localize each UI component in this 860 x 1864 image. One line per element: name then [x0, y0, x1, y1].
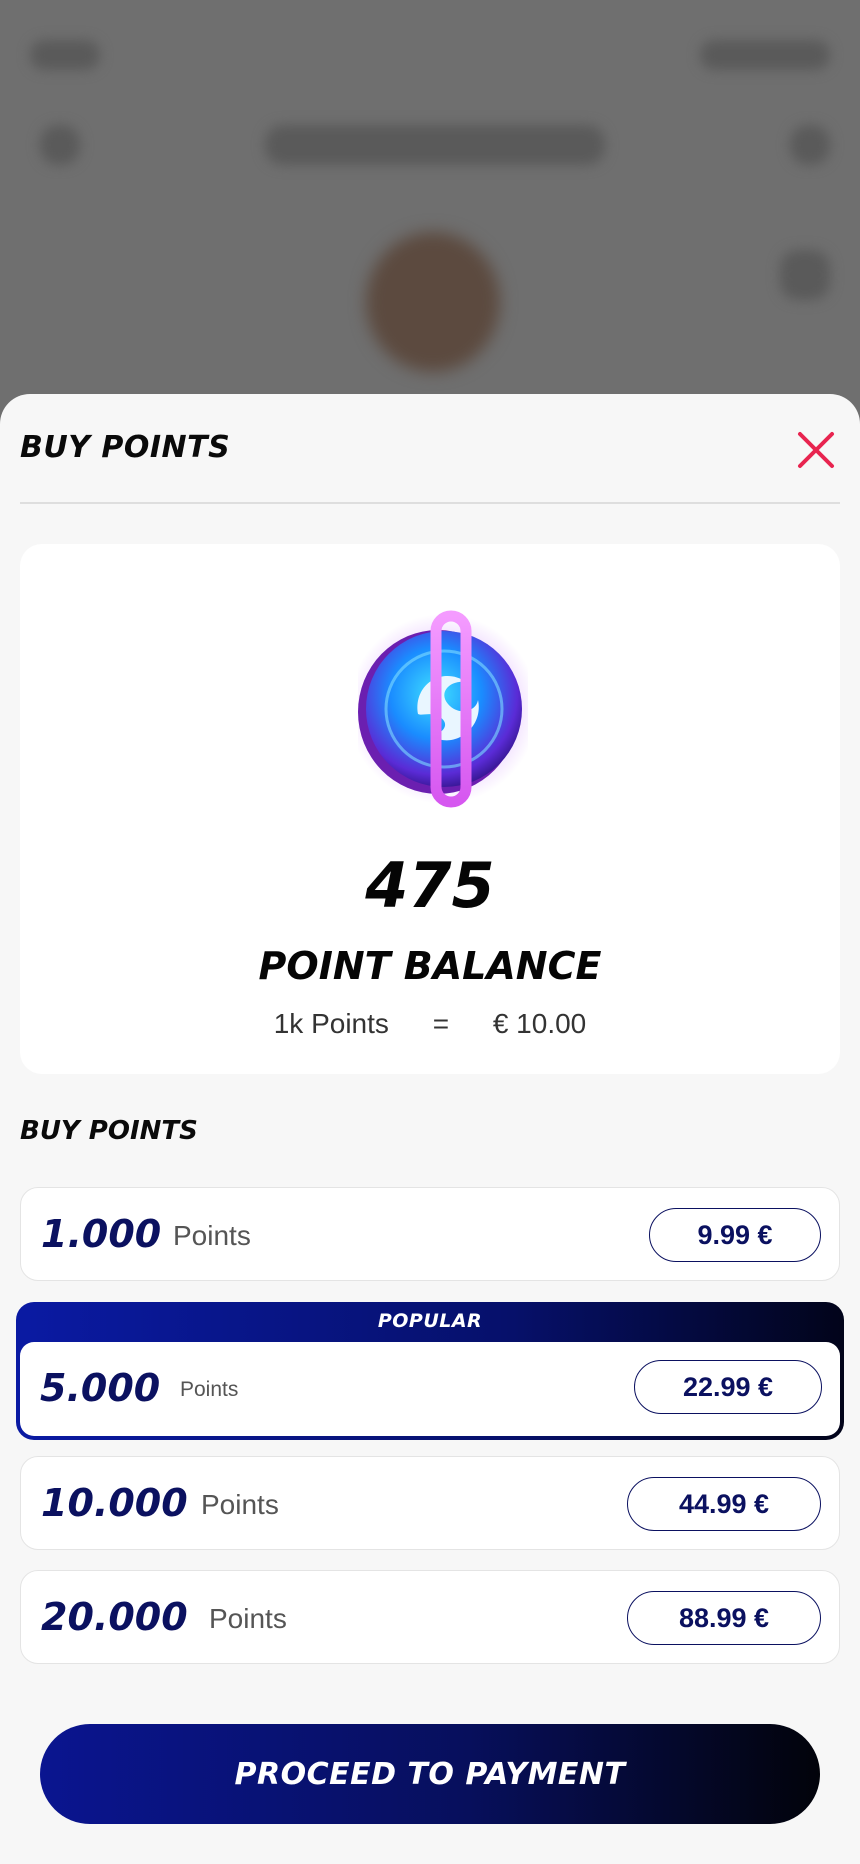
buy-points-sheet: BUY POINTS 475 POINT BALANCE 1k Points =…: [0, 394, 860, 1864]
background-menu-icon: [790, 125, 830, 165]
close-button[interactable]: [796, 430, 836, 470]
package-amount: 5.000: [40, 1366, 161, 1410]
background-action-icon: [780, 250, 830, 300]
background-avatar: [366, 232, 500, 372]
package-unit: Points: [201, 1489, 279, 1520]
rate-equals: =: [432, 1008, 450, 1039]
point-balance-label: POINT BALANCE: [258, 944, 602, 988]
balance-card: 475 POINT BALANCE 1k Points = € 10.00: [20, 544, 840, 1074]
package-amount: 1.000: [41, 1212, 162, 1256]
close-icon: [798, 432, 834, 468]
packages-section-title: BUY POINTS: [20, 1116, 198, 1146]
status-bar-time: [30, 40, 100, 70]
conversion-rate: 1k Points = € 10.00: [20, 1008, 840, 1040]
package-amount: 10.000: [41, 1481, 188, 1525]
background-back-button: [40, 125, 80, 165]
status-bar-icons: [700, 40, 830, 70]
points-coin-icon: [358, 610, 528, 808]
background-title: [265, 125, 605, 165]
sheet-header: BUY POINTS: [20, 394, 840, 504]
point-balance-value: 475: [365, 849, 495, 922]
popular-badge: POPULAR: [377, 1310, 483, 1332]
package-price-button[interactable]: 9.99 €: [649, 1208, 821, 1262]
package-option-1000[interactable]: 1.000 Points 9.99 €: [20, 1187, 840, 1281]
rate-points: 1k Points: [273, 1008, 389, 1039]
package-price-button[interactable]: 88.99 €: [627, 1591, 821, 1645]
package-price-button[interactable]: 22.99 €: [634, 1360, 822, 1414]
package-unit: Points: [209, 1603, 287, 1634]
package-unit: Points: [173, 1220, 251, 1251]
package-option-20000[interactable]: 20.000 Points 88.99 €: [20, 1570, 840, 1664]
rate-money: € 10.00: [492, 1008, 587, 1039]
sheet-title: BUY POINTS: [20, 430, 231, 465]
package-option-10000[interactable]: 10.000 Points 44.99 €: [20, 1456, 840, 1550]
package-price-button[interactable]: 44.99 €: [627, 1477, 821, 1531]
package-amount: 20.000: [41, 1595, 188, 1639]
package-option-5000-popular[interactable]: POPULAR 5.000 Points 22.99 €: [16, 1302, 844, 1440]
proceed-to-payment-button[interactable]: PROCEED TO PAYMENT: [40, 1724, 820, 1824]
package-unit: Points: [180, 1378, 239, 1401]
package-option-inner: 5.000 Points 22.99 €: [20, 1342, 840, 1436]
